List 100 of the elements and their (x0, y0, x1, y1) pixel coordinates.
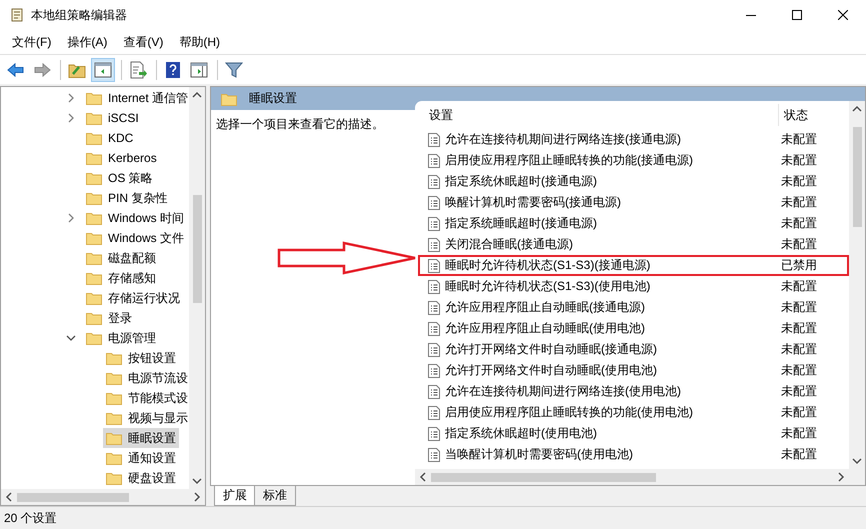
policy-row[interactable]: 指定系统睡眠超时(接通电源) 未配置 (418, 213, 849, 234)
folder-icon (86, 331, 102, 345)
tree-item[interactable]: Windows 文件 (83, 228, 188, 248)
console-tree-icon (93, 60, 113, 80)
folder-icon (86, 311, 102, 325)
policy-name: 指定系统睡眠超时(接通电源) (445, 215, 597, 232)
policy-document-icon (428, 238, 440, 252)
folder-icon (106, 431, 122, 445)
tree-item[interactable]: 电源管理 (83, 328, 159, 348)
column-header[interactable]: 状态 (779, 106, 849, 124)
folder-icon (106, 451, 122, 465)
policy-name: 允许在连接待机期间进行网络连接(使用电池) (445, 383, 681, 400)
policy-name: 允许在连接待机期间进行网络连接(接通电源) (445, 131, 681, 148)
tree-item[interactable]: Windows 时间 (83, 208, 188, 228)
scrollbar-thumb[interactable] (192, 195, 202, 303)
tree-item[interactable]: 节能模式设 (103, 388, 189, 408)
tree-item[interactable]: 存储运行状况 (83, 288, 183, 308)
policy-name: 当唤醒计算机时需要密码(使用电池) (445, 446, 633, 463)
policy-row[interactable]: 当唤醒计算机时需要密码(使用电池) 未配置 (418, 444, 849, 465)
scrollbar-thumb[interactable] (852, 127, 862, 227)
tree-item[interactable]: 电源节流设 (103, 368, 189, 388)
tree-item[interactable]: 按钮设置 (103, 348, 179, 368)
policy-name: 允许应用程序阻止自动睡眠(接通电源) (445, 299, 645, 316)
policy-state: 未配置 (781, 404, 818, 421)
policy-state: 未配置 (781, 362, 818, 379)
tree-item[interactable]: 磁盘配额 (83, 248, 159, 268)
scrollbar-thumb[interactable] (431, 472, 656, 482)
policy-row[interactable]: 允许在连接待机期间进行网络连接(使用电池) 未配置 (418, 381, 849, 402)
view-tab[interactable]: 扩展 (214, 486, 256, 506)
policy-row[interactable]: 指定系统休眠超时(接通电源) 未配置 (418, 171, 849, 192)
tree-item[interactable]: 睡眠设置 (103, 428, 179, 448)
policy-row[interactable]: 关闭混合睡眠(接通电源) 未配置 (418, 234, 849, 255)
policy-document-icon (428, 196, 440, 210)
folder-icon (106, 371, 122, 385)
policy-row[interactable]: 唤醒计算机时需要密码(接通电源) 未配置 (418, 192, 849, 213)
policy-row[interactable]: 允许在连接待机期间进行网络连接(接通电源) 未配置 (418, 129, 849, 150)
folder-icon (86, 271, 102, 285)
menu-item[interactable]: 操作(A) (59, 30, 116, 54)
policy-row[interactable]: 启用使应用程序阻止睡眠转换的功能(接通电源) 未配置 (418, 150, 849, 171)
folder-icon (221, 92, 237, 106)
folder-icon (86, 291, 102, 305)
toolbar-button[interactable] (91, 58, 115, 82)
policy-document-icon (428, 216, 440, 230)
policy-name: 允许打开网络文件时自动睡眠(接通电源) (445, 341, 657, 358)
policy-row[interactable]: 启用使应用程序阻止睡眠转换的功能(使用电池) 未配置 (418, 402, 849, 423)
folder-icon (106, 411, 122, 425)
status-text: 20 个设置 (4, 510, 57, 526)
tree-item[interactable]: 视频与显示 (103, 408, 189, 428)
policy-name: 关闭混合睡眠(接通电源) (445, 236, 573, 253)
folder-icon (86, 151, 102, 165)
tree-item[interactable]: OS 策略 (83, 168, 156, 188)
policy-document-icon (428, 342, 440, 356)
policy-document-icon (428, 426, 440, 440)
policy-name: 指定系统休眠超时(接通电源) (445, 173, 597, 190)
tree-item[interactable]: KDC (83, 128, 136, 148)
tree-item[interactable]: Internet 通信管 (83, 88, 189, 108)
highlighted-policy-row[interactable]: 睡眠时允许待机状态(S1-S3)(接通电源) 已禁用 (418, 255, 849, 276)
tree-item[interactable]: Kerberos (83, 148, 160, 168)
tree-item[interactable]: 登录 (83, 308, 135, 328)
menu-item[interactable]: 查看(V) (115, 30, 172, 54)
policy-row[interactable]: 允许打开网络文件时自动睡眠(接通电源) 未配置 (418, 339, 849, 360)
view-tab[interactable]: 标准 (254, 486, 296, 506)
menu-item[interactable]: 帮助(H) (171, 30, 228, 54)
policy-state: 未配置 (781, 131, 818, 148)
tree-item[interactable]: 通知设置 (103, 448, 179, 468)
policy-state: 已禁用 (781, 257, 818, 274)
scroll-document-icon (9, 7, 25, 23)
maximize-icon (792, 10, 802, 20)
window-title: 本地组策略编辑器 (31, 6, 127, 24)
policy-document-icon (428, 258, 440, 272)
policy-state: 未配置 (781, 446, 818, 463)
scrollbar-thumb[interactable] (17, 492, 129, 502)
tree-item[interactable]: iSCSI (83, 108, 142, 128)
tree-item[interactable]: PIN 复杂性 (83, 188, 170, 208)
policy-state: 未配置 (781, 278, 818, 295)
policy-document-icon (428, 300, 440, 314)
policy-name: 启用使应用程序阻止睡眠转换的功能(接通电源) (445, 152, 693, 169)
tree-item[interactable]: 存储感知 (83, 268, 159, 288)
policy-document-icon (428, 322, 440, 336)
policy-name: 允许应用程序阻止自动睡眠(使用电池) (445, 320, 645, 337)
action-pane-icon (189, 60, 209, 80)
policy-state: 未配置 (781, 152, 818, 169)
folder-icon (86, 111, 102, 125)
policy-row[interactable]: 指定系统休眠超时(使用电池) 未配置 (418, 423, 849, 444)
description-text: 选择一个项目来查看它的描述。 (215, 116, 385, 133)
folder-icon (86, 211, 102, 225)
policy-row[interactable]: 允许应用程序阻止自动睡眠(接通电源) 未配置 (418, 297, 849, 318)
help-icon (163, 60, 183, 80)
close-icon (838, 10, 848, 20)
policy-row[interactable]: 允许应用程序阻止自动睡眠(使用电池) 未配置 (418, 318, 849, 339)
policy-row[interactable]: 允许打开网络文件时自动睡眠(使用电池) 未配置 (418, 360, 849, 381)
policy-state: 未配置 (781, 236, 818, 253)
menu-item[interactable]: 文件(F) (4, 30, 60, 54)
tree-item[interactable]: 硬盘设置 (103, 468, 179, 488)
folder-icon (86, 171, 102, 185)
column-header[interactable]: 设置 (415, 104, 779, 126)
panel-title: 睡眠设置 (249, 90, 297, 107)
policy-row[interactable]: 睡眠时允许待机状态(S1-S3)(使用电池) 未配置 (418, 276, 849, 297)
policy-state: 未配置 (781, 425, 818, 442)
policy-state: 未配置 (781, 215, 818, 232)
